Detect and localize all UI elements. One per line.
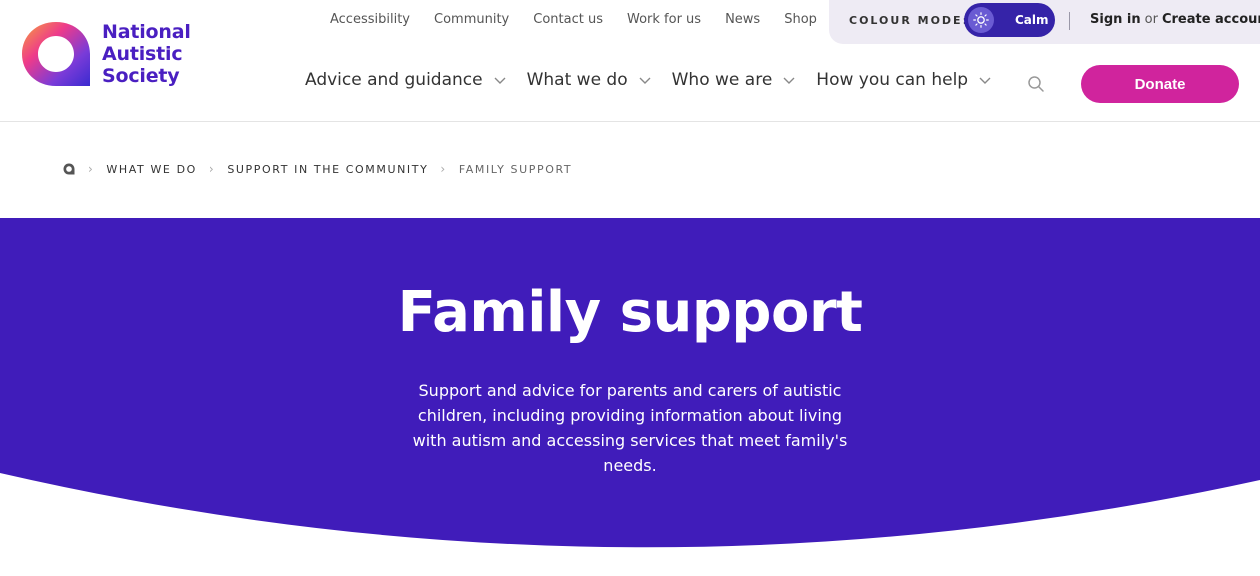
colour-mode-toggle[interactable]: Calm xyxy=(964,3,1055,37)
breadcrumb-current: FAMILY SUPPORT xyxy=(458,162,573,176)
hero-banner: Family support Support and advice for pa… xyxy=(0,218,1260,576)
utility-link-accessibility[interactable]: Accessibility xyxy=(330,12,410,28)
sun-icon xyxy=(968,7,994,33)
colour-mode-panel: COLOUR MODE: Calm Sign inor Create accoun… xyxy=(829,0,1260,44)
nav-item-label: Who we are xyxy=(671,70,773,90)
site-header: National Autistic Society Accessibility … xyxy=(0,0,1260,122)
chevron-down-icon xyxy=(979,77,991,84)
utility-link-shop[interactable]: Shop xyxy=(784,12,817,28)
breadcrumb: › WHAT WE DO › SUPPORT IN THE COMMUNITY … xyxy=(62,162,572,176)
chevron-right-icon: › xyxy=(208,162,216,176)
account-links: Sign inor Create account xyxy=(1090,12,1260,27)
utility-link-work[interactable]: Work for us xyxy=(627,12,701,28)
logo-line: Society xyxy=(102,65,180,87)
search-icon[interactable] xyxy=(1027,75,1045,93)
nav-item-who-we-are[interactable]: Who we are xyxy=(672,70,797,90)
chevron-right-icon: › xyxy=(88,162,95,176)
logo-line: Autistic xyxy=(102,43,183,65)
logo-text: National Autistic Society xyxy=(102,21,191,87)
nav-item-label: Advice and guidance xyxy=(305,70,483,90)
or-text: or xyxy=(1144,12,1158,27)
chevron-right-icon: › xyxy=(440,162,447,176)
logo[interactable]: National Autistic Society xyxy=(18,16,198,92)
nav-item-label: How you can help xyxy=(816,70,969,90)
hero-description: Support and advice for parents and carer… xyxy=(412,381,848,475)
donate-button[interactable]: Donate xyxy=(1081,65,1239,103)
breadcrumb-link-what-we-do[interactable]: WHAT WE DO xyxy=(106,163,197,176)
logo-line: National xyxy=(102,21,191,43)
sign-in-link[interactable]: Sign in xyxy=(1090,12,1141,27)
chevron-down-icon xyxy=(639,77,651,84)
nav-item-how-you-can-help[interactable]: How you can help xyxy=(816,70,992,90)
logo-icon xyxy=(22,22,90,86)
chevron-down-icon xyxy=(783,77,795,84)
utility-link-contact[interactable]: Contact us xyxy=(533,12,603,28)
breadcrumb-link-support-community[interactable]: SUPPORT IN THE COMMUNITY xyxy=(227,163,428,176)
utility-link-news[interactable]: News xyxy=(725,12,760,28)
colour-mode-label: COLOUR MODE: xyxy=(849,14,969,27)
colour-mode-value: Calm xyxy=(1015,13,1049,27)
main-nav: Advice and guidance What we do Who we ar… xyxy=(305,70,1012,90)
divider xyxy=(1069,12,1070,30)
create-account-link[interactable]: Create account xyxy=(1162,12,1260,27)
utility-nav: Accessibility Community Contact us Work … xyxy=(318,12,841,28)
nav-item-advice[interactable]: Advice and guidance xyxy=(305,70,507,90)
home-icon[interactable] xyxy=(62,162,76,176)
utility-link-community[interactable]: Community xyxy=(434,12,509,28)
nav-item-what-we-do[interactable]: What we do xyxy=(527,70,652,90)
chevron-down-icon xyxy=(494,77,506,84)
page-title: Family support xyxy=(397,280,863,345)
nav-item-label: What we do xyxy=(526,70,628,90)
